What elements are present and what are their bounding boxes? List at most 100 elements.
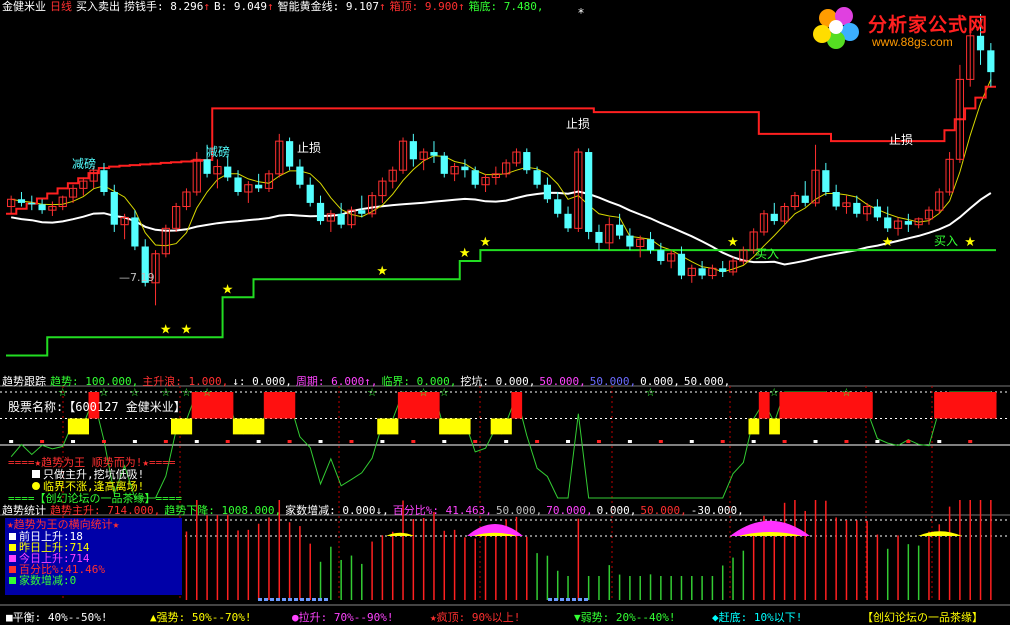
critical-bar [232,418,244,435]
critical-bar [377,418,389,435]
candle-body [646,239,655,251]
state-tick [658,440,663,443]
buy-star-icon: ★ [727,235,739,250]
candle-body [801,195,809,203]
state-tick [782,440,787,443]
state-tick [349,440,354,443]
bottom-marker [324,598,328,601]
candle-body [255,184,263,189]
up-arrow-icon: ↑ [203,0,210,13]
footer-legend-item: ■平衡: 40%--50%! [6,611,108,624]
header-values: 捞钱手: 8.296↑ B: 9.049↑ 智能黄金线: 9.107↑ 箱顶: 9.9… [124,0,548,13]
candle-body [461,166,469,171]
bottom-marker [288,598,292,601]
p2-header-item-6: 挖坑: 0.000, [460,375,536,388]
candle-body [38,204,46,211]
candle-body [28,202,36,205]
bottom-marker [548,598,552,601]
buy-star-icon: ★ [180,322,192,337]
stats-row: 家数增减:0 [5,575,182,586]
header-value-1: B: 9.049↑ [213,0,274,13]
p2-header-item-8: 50.000, [589,375,637,388]
reduce-label: 减磅 [72,156,96,171]
state-tick [163,440,168,443]
bottom-marker [578,598,582,601]
candle-body [770,213,778,222]
state-tick [844,440,849,443]
candle-body [224,166,232,178]
state-tick [40,440,45,443]
candle-body [615,224,624,236]
candle-body [337,213,345,225]
footer-legend-item: ◆赶底: 10%以下! [712,611,803,624]
trend-panel-header: 趋势跟踪 趋势: 100.000, 主升浪: 1.000, ↓: 0.000, 周期: … [2,375,734,388]
state-tick [968,440,973,443]
state-tick [101,440,106,443]
logo-url: www.88gs.com [872,35,953,49]
flower-logo-icon [813,7,859,49]
main-rise-bar [985,392,997,419]
candle-body [430,152,438,156]
candle-body [677,253,686,276]
candle-body [657,250,665,262]
main-rise-bar [975,392,987,419]
bottom-marker [560,598,564,601]
main-rise-bar [511,392,523,419]
p2-header-item-1: 趋势: 100.000, [50,375,139,388]
state-tick [132,440,137,443]
p3-header-item-3: 家数增减: 0.000↓, [285,504,389,517]
bottom-marker [306,598,310,601]
candle-body [832,192,840,207]
critical-bar [501,418,512,435]
p2-header-item-0: 趋势跟踪 [2,375,46,388]
candle-body [987,50,995,73]
header-value-3: 箱顶: 9.900↑ [389,0,465,13]
buy-label: 买入 [755,247,779,261]
candle-body [110,192,118,225]
buy-star-icon: ★ [376,264,388,279]
candle-body [884,217,892,229]
candle-body [358,210,366,214]
square-icon [9,566,16,573]
main-rise-bar [789,392,801,419]
critical-bar [67,418,79,435]
stock-name: 金健米业 [2,0,46,13]
critical-bar [253,418,265,435]
main-rise-bar [944,392,956,419]
bottom-marker [554,598,558,601]
candle-body [554,199,562,214]
marker-icon: * [578,6,584,20]
strong-hump [386,532,414,536]
up-arrow-icon: ↑ [378,0,386,13]
state-tick [566,440,571,443]
critical-bar [449,418,461,435]
state-tick [380,440,385,443]
state-tick [411,440,416,443]
state-tick [287,440,292,443]
bottom-marker [300,598,304,601]
state-tick [937,440,942,443]
candle-body [471,170,479,185]
candle-body [409,141,417,160]
p3-header-item-8: 50.000, [640,504,687,517]
up-arrow-icon: ↑ [266,0,274,13]
main-rise-bar [831,392,842,419]
critical-bar [439,418,450,435]
site-logo: 分析家公式网 www.88gs.com [810,2,1006,52]
indicator-name: 买入卖出 [76,0,120,13]
state-tick [875,440,880,443]
critical-bar [171,418,182,435]
state-tick [689,440,694,443]
candle-body [100,170,108,192]
main-rise-bar [212,392,224,419]
candle-body [523,152,531,171]
critical-bar [459,418,471,435]
state-tick [256,440,261,443]
header-value-2: 智能黄金线: 9.107↑ [277,0,386,13]
main-rise-bar [408,392,419,419]
candle-body [306,184,314,203]
reduce-label: 减磅 [206,144,230,159]
state-tick [442,440,447,443]
candle-body [698,268,706,276]
main-rise-bar [428,392,440,419]
